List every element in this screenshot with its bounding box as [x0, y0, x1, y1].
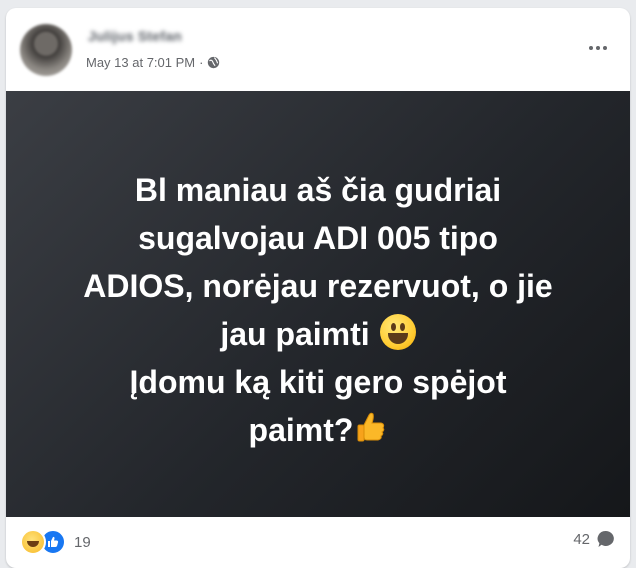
post-meta: May 13 at 7:01 PM ·: [86, 55, 220, 70]
comment-count[interactable]: 42: [573, 531, 590, 548]
reaction-count[interactable]: 19: [74, 534, 91, 551]
comment-bubble-icon: [597, 530, 614, 547]
post-line-4: jau paimti: [220, 316, 370, 352]
author-avatar[interactable]: [20, 24, 72, 76]
post-text: Bl maniau aš čia gudriai sugalvojau ADI …: [6, 166, 630, 454]
menu-dot: [596, 46, 600, 50]
haha-reaction-icon: [20, 529, 46, 555]
more-horizontal-icon: [589, 46, 593, 50]
more-options-button[interactable]: [582, 38, 614, 58]
post-text-background: Bl maniau aš čia gudriai sugalvojau ADI …: [6, 91, 630, 517]
post-footer: 19 42: [6, 517, 630, 563]
post-line-1: Bl maniau aš čia gudriai: [134, 172, 502, 208]
post-line-6: paimt?: [248, 412, 354, 448]
post-header: Julijus Stefan May 13 at 7:01 PM ·: [6, 8, 630, 90]
meta-separator: ·: [199, 55, 204, 70]
post-timestamp[interactable]: May 13 at 7:01 PM: [86, 55, 195, 70]
post-card: Julijus Stefan May 13 at 7:01 PM · Bl ma…: [6, 8, 630, 568]
reactions-summary[interactable]: 19: [20, 529, 91, 555]
comments-summary[interactable]: 42: [573, 529, 616, 549]
post-line-5: Įdomu ką kiti gero spėjot: [129, 364, 507, 400]
menu-dot: [603, 46, 607, 50]
post-line-3: ADIOS, norėjau rezervuot, o jie: [83, 268, 553, 304]
grinning-face-emoji: [379, 314, 416, 350]
globe-icon[interactable]: [207, 56, 220, 69]
thumbs-up-icon: [48, 536, 59, 547]
author-name[interactable]: Julijus Stefan: [88, 28, 182, 44]
post-line-2: sugalvojau ADI 005 tipo: [138, 220, 498, 256]
thumbs-up-emoji: [357, 412, 385, 442]
